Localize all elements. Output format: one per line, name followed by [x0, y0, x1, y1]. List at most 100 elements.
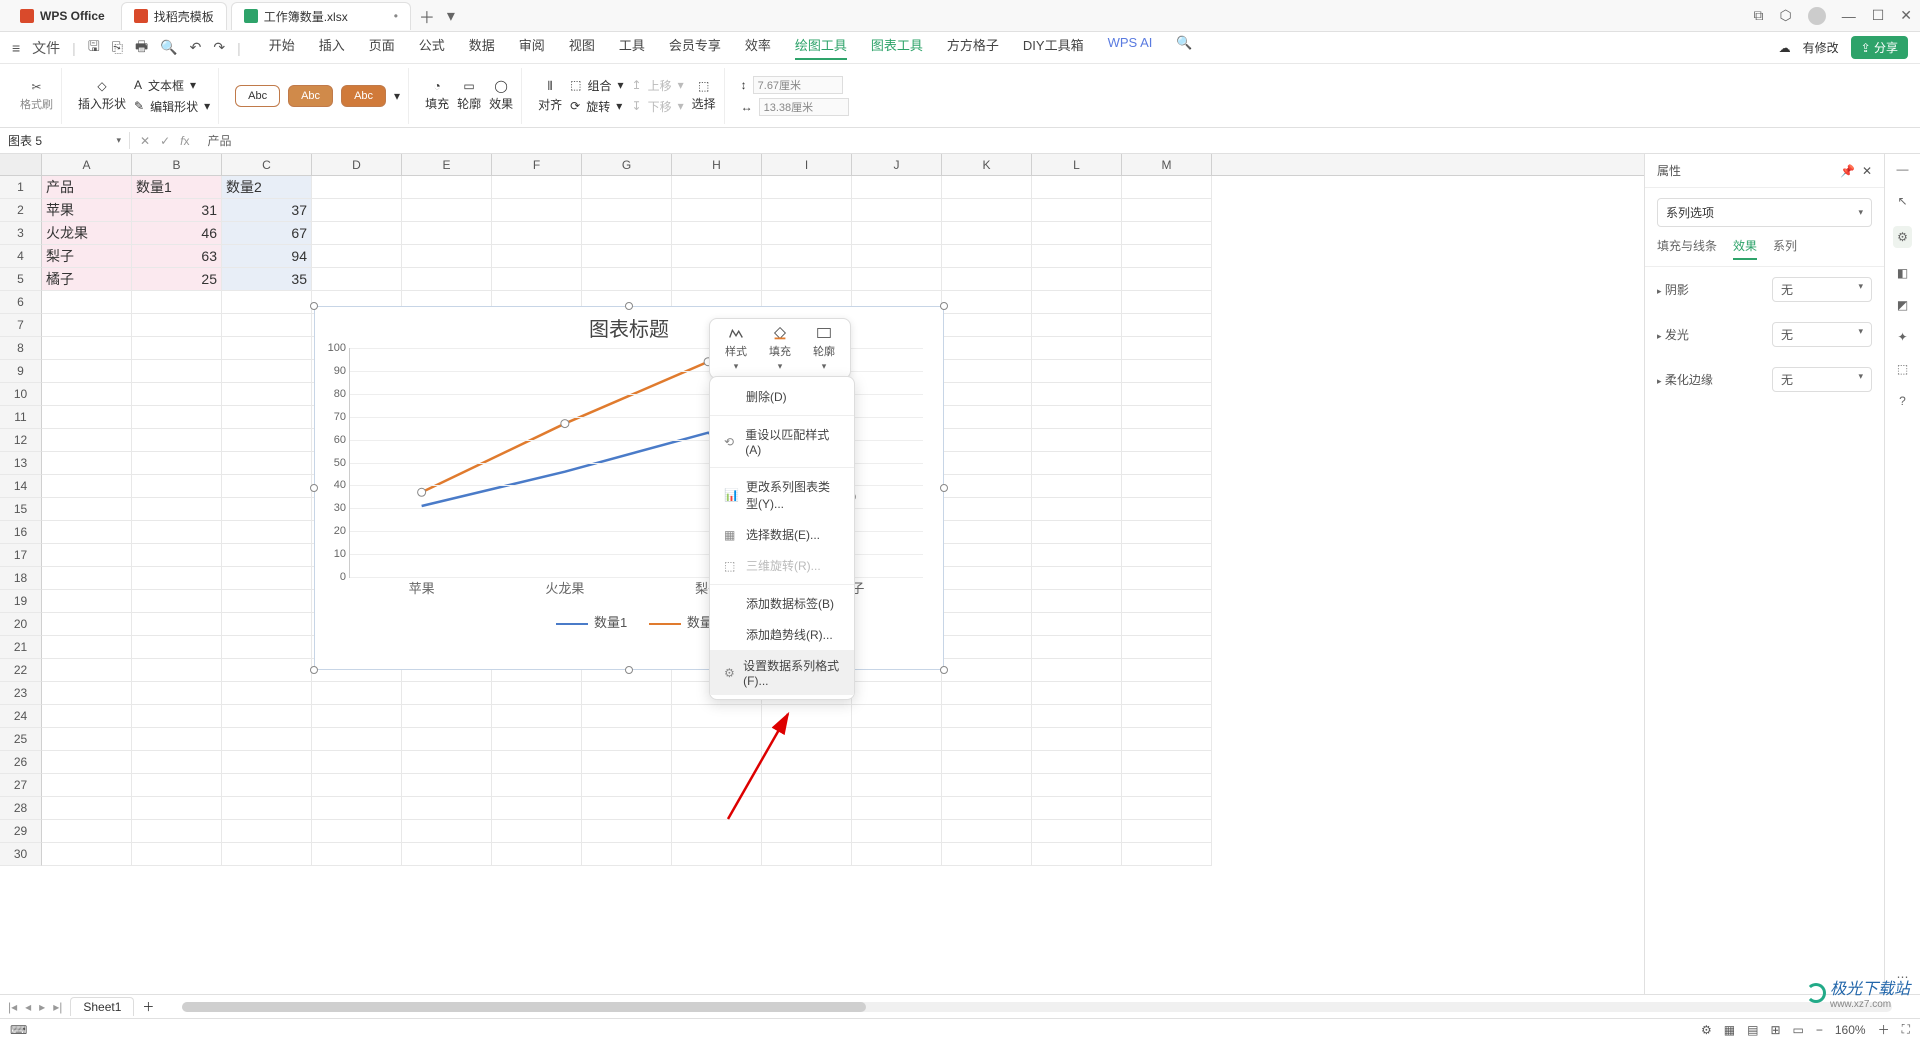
maximize-button[interactable]: ☐	[1872, 7, 1885, 24]
width-input[interactable]	[759, 98, 849, 116]
cell-H1[interactable]	[672, 176, 762, 199]
colhead-M[interactable]: M	[1122, 154, 1212, 175]
preview-icon[interactable]: 🔍	[160, 39, 177, 56]
cell-E29[interactable]	[402, 820, 492, 843]
cell-B4[interactable]: 63	[132, 245, 222, 268]
accept-fx-icon[interactable]: ✓	[160, 134, 170, 148]
menu-icon[interactable]: ≡	[12, 40, 20, 56]
colhead-C[interactable]: C	[222, 154, 312, 175]
cell-K15[interactable]	[942, 498, 1032, 521]
minimize-button[interactable]: —	[1842, 8, 1856, 24]
cell-L9[interactable]	[1032, 360, 1122, 383]
cell-L25[interactable]	[1032, 728, 1122, 751]
mini-fill-button[interactable]: 填充▾	[760, 323, 800, 374]
cell-M12[interactable]	[1122, 429, 1212, 452]
cell-C16[interactable]	[222, 521, 312, 544]
cell-M24[interactable]	[1122, 705, 1212, 728]
cell-B6[interactable]	[132, 291, 222, 314]
rowhead-7[interactable]: 7	[0, 314, 42, 337]
cell-K16[interactable]	[942, 521, 1032, 544]
colhead-H[interactable]: H	[672, 154, 762, 175]
sheet-nav-prev[interactable]: ◂	[25, 1000, 31, 1014]
series-selector[interactable]: 系列选项▾	[1657, 198, 1872, 227]
sheet-area[interactable]: A B C D E F G H I J K L M 1产品数量1数量22苹果31…	[0, 154, 1644, 994]
cell-M29[interactable]	[1122, 820, 1212, 843]
resize-handle[interactable]	[940, 666, 948, 674]
cell-F1[interactable]	[492, 176, 582, 199]
cell-K22[interactable]	[942, 659, 1032, 682]
group-button[interactable]: ⬚ 组合 ▾	[570, 77, 623, 94]
cell-C23[interactable]	[222, 682, 312, 705]
cell-M19[interactable]	[1122, 590, 1212, 613]
pin-icon[interactable]: 📌	[1840, 164, 1855, 178]
cell-B7[interactable]	[132, 314, 222, 337]
cell-G30[interactable]	[582, 843, 672, 866]
cell-D5[interactable]	[312, 268, 402, 291]
rowhead-15[interactable]: 15	[0, 498, 42, 521]
cell-K11[interactable]	[942, 406, 1032, 429]
cell-A19[interactable]	[42, 590, 132, 613]
cell-A1[interactable]: 产品	[42, 176, 132, 199]
cell-C12[interactable]	[222, 429, 312, 452]
cell-M10[interactable]	[1122, 383, 1212, 406]
cell-F28[interactable]	[492, 797, 582, 820]
cell-C10[interactable]	[222, 383, 312, 406]
cell-D28[interactable]	[312, 797, 402, 820]
cell-K27[interactable]	[942, 774, 1032, 797]
status-settings-icon[interactable]: ⚙	[1701, 1023, 1712, 1037]
cell-C21[interactable]	[222, 636, 312, 659]
close-button[interactable]: ✕	[1900, 7, 1912, 24]
cell-C3[interactable]: 67	[222, 222, 312, 245]
cell-I3[interactable]	[762, 222, 852, 245]
zoom-out-button[interactable]: −	[1816, 1023, 1823, 1037]
cell-F27[interactable]	[492, 774, 582, 797]
tab-start[interactable]: 开始	[269, 35, 295, 60]
rail-chart-icon[interactable]: ◩	[1897, 298, 1908, 312]
fx-icon[interactable]: fx	[180, 134, 189, 148]
cell-H5[interactable]	[672, 268, 762, 291]
cell-L2[interactable]	[1032, 199, 1122, 222]
cell-M25[interactable]	[1122, 728, 1212, 751]
cell-L16[interactable]	[1032, 521, 1122, 544]
panel-tab-effect[interactable]: 效果	[1733, 237, 1757, 260]
ctx-add-trend[interactable]: 添加趋势线(R)...	[710, 619, 854, 650]
colhead-A[interactable]: A	[42, 154, 132, 175]
cell-D25[interactable]	[312, 728, 402, 751]
cell-C24[interactable]	[222, 705, 312, 728]
tab-member[interactable]: 会员专享	[669, 35, 721, 60]
cell-L26[interactable]	[1032, 751, 1122, 774]
edit-shape-button[interactable]: ✎ 编辑形状 ▾	[134, 98, 210, 115]
fill-button[interactable]: ◔填充	[425, 79, 449, 112]
cell-C4[interactable]: 94	[222, 245, 312, 268]
cell-A13[interactable]	[42, 452, 132, 475]
rowhead-2[interactable]: 2	[0, 199, 42, 222]
cell-C30[interactable]	[222, 843, 312, 866]
cell-K6[interactable]	[942, 291, 1032, 314]
cell-K4[interactable]	[942, 245, 1032, 268]
glow-select[interactable]: 无▾	[1772, 322, 1872, 347]
cell-F23[interactable]	[492, 682, 582, 705]
cell-L28[interactable]	[1032, 797, 1122, 820]
cell-A3[interactable]: 火龙果	[42, 222, 132, 245]
hscroll-thumb[interactable]	[182, 1002, 866, 1012]
outline-button[interactable]: ▭轮廓	[457, 79, 481, 112]
cell-A17[interactable]	[42, 544, 132, 567]
cell-J23[interactable]	[852, 682, 942, 705]
format-brush-group[interactable]: ✂格式刷	[12, 68, 62, 124]
cell-J28[interactable]	[852, 797, 942, 820]
select-button[interactable]: ⬚选择	[692, 79, 716, 112]
zoom-value[interactable]: 160%	[1835, 1023, 1866, 1037]
formula-input[interactable]: 产品	[199, 132, 1920, 149]
cell-G27[interactable]	[582, 774, 672, 797]
cell-K23[interactable]	[942, 682, 1032, 705]
cell-D1[interactable]	[312, 176, 402, 199]
cell-L24[interactable]	[1032, 705, 1122, 728]
height-input-row[interactable]: ↕	[741, 76, 849, 94]
cell-E23[interactable]	[402, 682, 492, 705]
sheet-nav-last[interactable]: ▸|	[53, 1000, 62, 1014]
cell-B13[interactable]	[132, 452, 222, 475]
cell-B24[interactable]	[132, 705, 222, 728]
mini-style-button[interactable]: 样式▾	[716, 323, 756, 374]
tab-tool[interactable]: 工具	[619, 35, 645, 60]
tab-wpsai[interactable]: WPS AI	[1108, 35, 1153, 60]
